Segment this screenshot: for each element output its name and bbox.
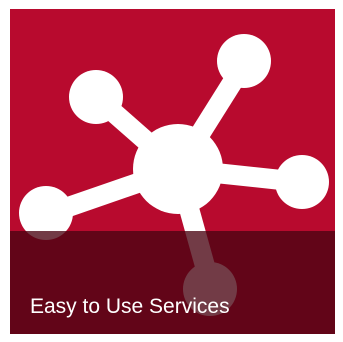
easy-to-use-services-tile[interactable]: Easy to Use Services — [10, 9, 335, 334]
tile-caption: Easy to Use Services — [30, 295, 230, 318]
